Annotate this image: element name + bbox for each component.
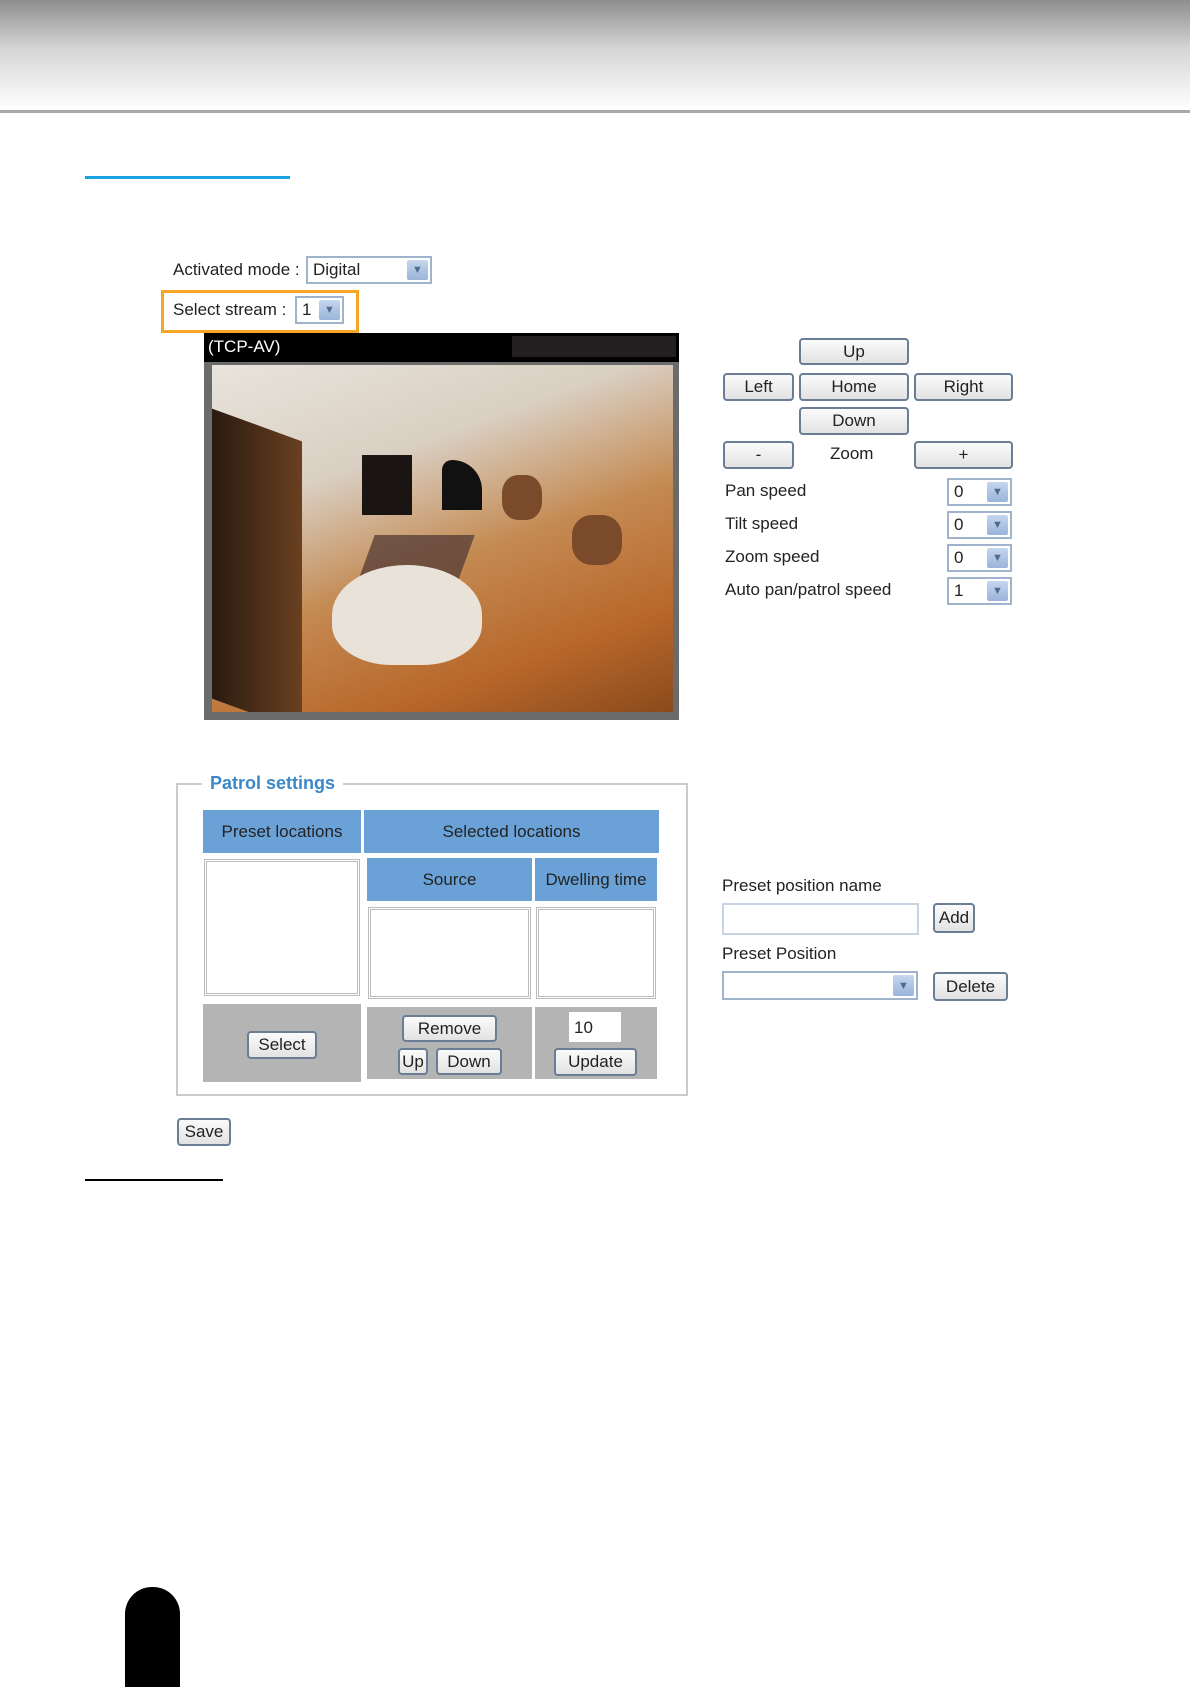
ptz-up-button[interactable]: Up [799, 338, 909, 365]
chevron-down-icon: ▼ [987, 548, 1008, 568]
ptz-home-button[interactable]: Home [799, 373, 909, 401]
zoom-speed-select[interactable]: 0 ▼ [947, 544, 1012, 572]
video-info-box [512, 336, 676, 357]
activated-mode-select[interactable]: Digital ▼ [306, 256, 432, 284]
chevron-down-icon: ▼ [319, 300, 340, 320]
update-button[interactable]: Update [554, 1048, 637, 1076]
chevron-down-icon: ▼ [987, 482, 1008, 502]
select-stream-value: 1 [302, 300, 312, 319]
select-stream-dropdown[interactable]: 1 ▼ [295, 296, 344, 324]
section-underline [85, 176, 290, 179]
page-tab-marker [125, 1587, 180, 1687]
chevron-down-icon: ▼ [987, 515, 1008, 535]
zoom-out-button[interactable]: - [723, 441, 794, 469]
select-stream-label: Select stream : [173, 300, 287, 319]
ptz-left-button[interactable]: Left [723, 373, 794, 401]
patrol-settings-legend: Patrol settings [202, 773, 344, 794]
select-button[interactable]: Select [247, 1031, 317, 1059]
auto-pan-speed-value: 1 [954, 581, 964, 600]
pan-speed-select[interactable]: 0 ▼ [947, 478, 1012, 506]
delete-preset-button[interactable]: Delete [933, 972, 1008, 1001]
video-caption: (TCP-AV) [208, 337, 281, 356]
tilt-speed-value: 0 [954, 515, 964, 534]
auto-pan-speed-select[interactable]: 1 ▼ [947, 577, 1012, 605]
preset-position-name-label: Preset position name [722, 876, 882, 895]
auto-pan-speed-label: Auto pan/patrol speed [725, 580, 892, 599]
activated-mode-label: Activated mode : [173, 260, 300, 279]
zoom-in-button[interactable]: + [914, 441, 1013, 469]
save-button[interactable]: Save [177, 1118, 231, 1146]
add-preset-button[interactable]: Add [933, 903, 975, 933]
zoom-speed-value: 0 [954, 548, 964, 567]
ptz-right-button[interactable]: Right [914, 373, 1013, 401]
ptz-down-button[interactable]: Down [799, 407, 909, 435]
chevron-down-icon: ▼ [987, 581, 1008, 601]
pan-speed-value: 0 [954, 482, 964, 501]
preset-locations-list[interactable] [204, 859, 360, 996]
zoom-label: Zoom [830, 444, 874, 463]
zoom-speed-label: Zoom speed [725, 547, 820, 566]
camera-image [212, 365, 673, 712]
move-down-button[interactable]: Down [436, 1048, 502, 1075]
divider [85, 1179, 223, 1181]
tilt-speed-select[interactable]: 0 ▼ [947, 511, 1012, 539]
source-header: Source [367, 858, 532, 901]
pan-speed-label: Pan speed [725, 481, 807, 500]
page-header-banner [0, 0, 1190, 113]
preset-locations-header: Preset locations [203, 810, 361, 853]
activated-mode-value: Digital [313, 260, 361, 279]
preset-position-name-input[interactable] [722, 903, 919, 935]
preset-position-select[interactable]: ▼ [722, 971, 918, 1000]
chevron-down-icon: ▼ [893, 975, 914, 996]
remove-button[interactable]: Remove [402, 1015, 497, 1042]
source-list[interactable] [368, 907, 531, 999]
move-up-button[interactable]: Up [398, 1048, 428, 1075]
chevron-down-icon: ▼ [407, 260, 428, 280]
dwell-time-input[interactable]: 10 [569, 1012, 621, 1042]
selected-locations-header: Selected locations [364, 810, 659, 853]
dwelling-time-list[interactable] [536, 907, 656, 999]
preset-position-label: Preset Position [722, 944, 837, 963]
dwelling-time-header: Dwelling time [535, 858, 657, 901]
video-viewer[interactable]: (TCP-AV) [204, 333, 679, 720]
video-caption-bar: (TCP-AV) [204, 333, 679, 362]
tilt-speed-label: Tilt speed [725, 514, 799, 533]
